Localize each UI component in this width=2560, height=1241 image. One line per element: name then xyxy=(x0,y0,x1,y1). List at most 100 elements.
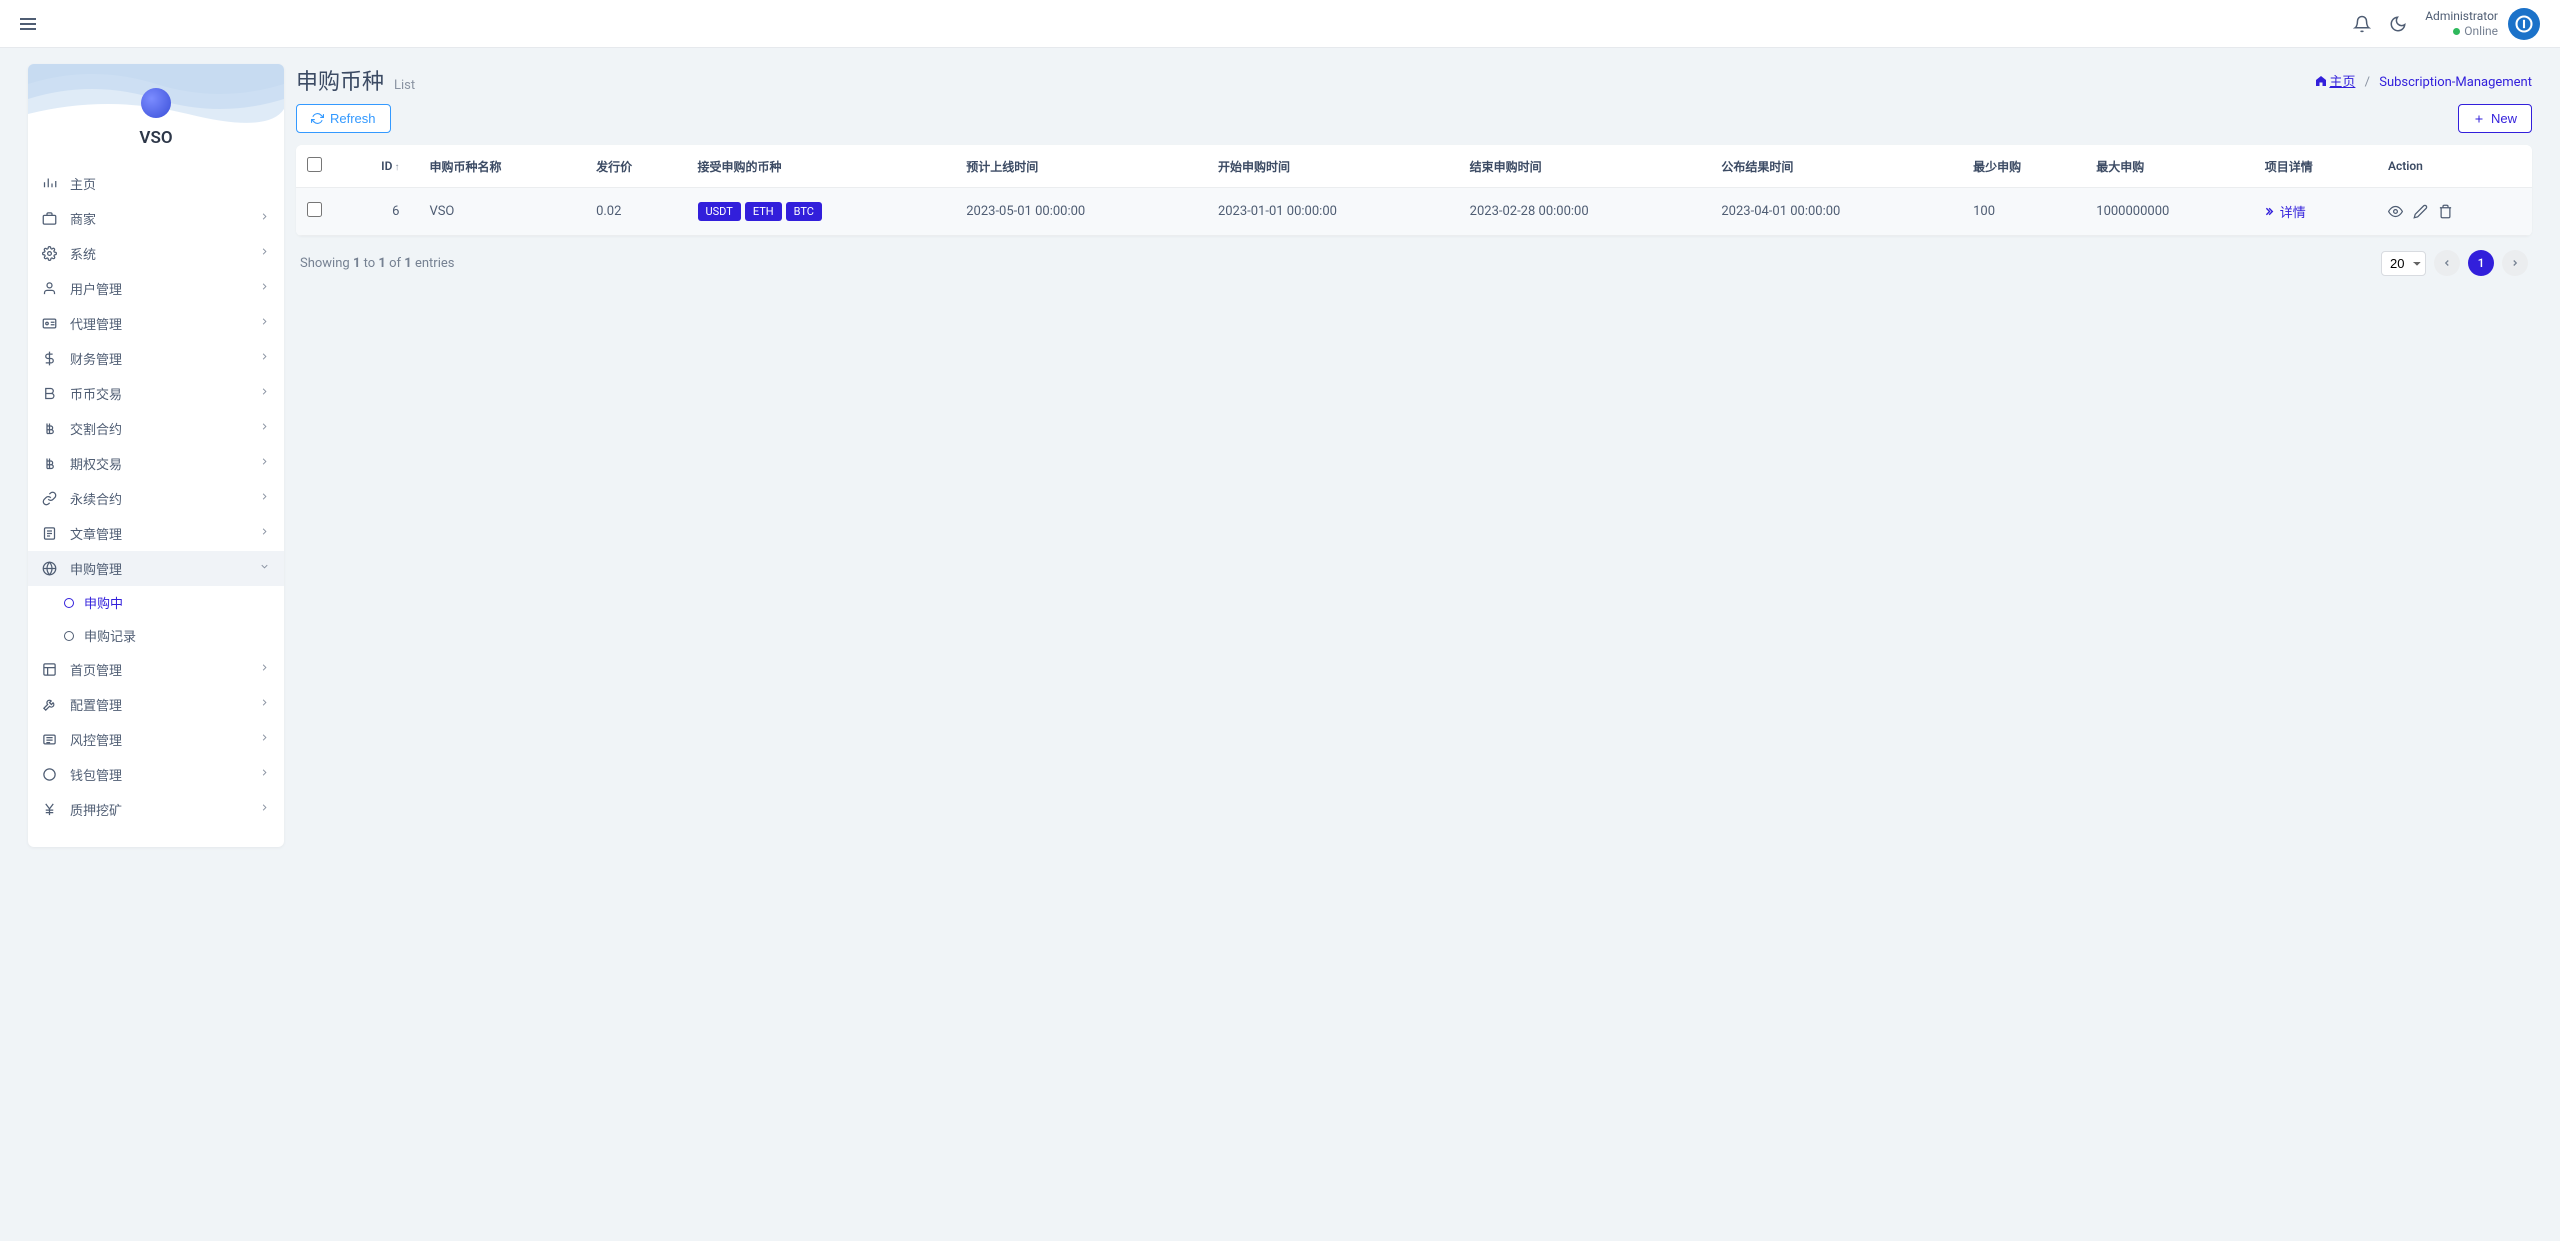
col-price[interactable]: 发行价 xyxy=(586,145,687,188)
nav-item-12[interactable]: 首页管理 xyxy=(28,652,284,687)
detail-link[interactable]: 详情 xyxy=(2265,202,2306,221)
nav-label: 风控管理 xyxy=(70,730,259,749)
chevron-right-icon xyxy=(259,351,270,366)
hamburger-icon[interactable] xyxy=(20,18,36,30)
nav-item-4[interactable]: 代理管理 xyxy=(28,306,284,341)
nav-item-7[interactable]: 交割合约 xyxy=(28,411,284,446)
moon-icon[interactable] xyxy=(2389,15,2407,33)
link-icon xyxy=(42,491,64,506)
edit-icon[interactable] xyxy=(2413,204,2428,219)
chevron-right-icon xyxy=(259,456,270,471)
chevron-right-icon xyxy=(259,732,270,747)
chevron-right-icon xyxy=(259,246,270,261)
col-max[interactable]: 最大申购 xyxy=(2086,145,2255,188)
nav-label: 代理管理 xyxy=(70,314,259,333)
nav-item-10[interactable]: 文章管理 xyxy=(28,516,284,551)
chevron-right-icon xyxy=(259,316,270,331)
badge-usdt: USDT xyxy=(698,202,741,221)
table-row: 6 VSO 0.02 USDTETHBTC 2023-05-01 00:00:0… xyxy=(296,188,2532,236)
nav-label: 配置管理 xyxy=(70,695,259,714)
bell-icon[interactable] xyxy=(2353,15,2371,33)
page-prev[interactable] xyxy=(2434,250,2460,276)
header-right: Administrator Online xyxy=(2353,8,2540,40)
nav-item-9[interactable]: 永续合约 xyxy=(28,481,284,516)
sub-item-label: 申购记录 xyxy=(84,626,136,645)
page-1[interactable]: 1 xyxy=(2468,250,2494,276)
nav-item-3[interactable]: 用户管理 xyxy=(28,271,284,306)
col-min[interactable]: 最少申购 xyxy=(1963,145,2086,188)
nav-label: 申购管理 xyxy=(70,559,259,578)
bars-icon xyxy=(42,176,64,191)
nav-label: 商家 xyxy=(70,209,259,228)
showing-text: Showing 1 to 1 of 1 entries xyxy=(300,256,454,271)
user-name: Administrator xyxy=(2425,9,2498,23)
nav-item-11[interactable]: 申购管理 xyxy=(28,551,284,586)
chevron-right-icon xyxy=(259,802,270,817)
nav-item-8[interactable]: 期权交易 xyxy=(28,446,284,481)
nav-label: 用户管理 xyxy=(70,279,259,298)
page-next[interactable] xyxy=(2502,250,2528,276)
chevron-right-icon xyxy=(259,491,270,506)
bitcoin-icon xyxy=(42,421,64,436)
delete-icon[interactable] xyxy=(2438,204,2453,219)
nav-label: 期权交易 xyxy=(70,454,259,473)
cell-end-time: 2023-02-28 00:00:00 xyxy=(1460,188,1712,236)
nav-item-2[interactable]: 系统 xyxy=(28,236,284,271)
user-menu[interactable]: Administrator Online xyxy=(2425,8,2540,40)
new-button[interactable]: New xyxy=(2458,104,2532,133)
refresh-button[interactable]: Refresh xyxy=(296,104,391,133)
nav-item-1[interactable]: 商家 xyxy=(28,201,284,236)
breadcrumb-current[interactable]: Subscription-Management xyxy=(2379,75,2532,90)
page-size-select[interactable]: 20 xyxy=(2381,251,2426,276)
sidebar: VSO 主页商家系统用户管理代理管理财务管理币币交易交割合约期权交易永续合约文章… xyxy=(28,64,284,847)
idcard-icon xyxy=(42,316,64,331)
nav-item-0[interactable]: 主页 xyxy=(28,166,284,201)
sort-asc-icon: ↑ xyxy=(394,162,399,173)
nav-label: 文章管理 xyxy=(70,524,259,543)
row-checkbox[interactable] xyxy=(307,202,322,217)
view-icon[interactable] xyxy=(2388,204,2403,219)
gear-icon xyxy=(42,246,64,261)
nav: 主页商家系统用户管理代理管理财务管理币币交易交割合约期权交易永续合约文章管理申购… xyxy=(28,162,284,827)
bold-icon xyxy=(42,386,64,401)
select-all-checkbox[interactable] xyxy=(307,157,322,172)
col-start-time[interactable]: 开始申购时间 xyxy=(1208,145,1460,188)
breadcrumb: 主页 / Subscription-Management xyxy=(2315,71,2532,90)
nav-item-16[interactable]: 质押挖矿 xyxy=(28,792,284,827)
dollar-icon xyxy=(42,351,64,366)
brand-name: VSO xyxy=(28,128,284,148)
briefcase-icon xyxy=(42,211,64,226)
col-detail[interactable]: 项目详情 xyxy=(2255,145,2378,188)
page-title: 申购币种 xyxy=(296,64,384,96)
bullet-icon xyxy=(64,631,74,641)
nav-label: 币币交易 xyxy=(70,384,259,403)
bitcoin-icon xyxy=(42,456,64,471)
cell-accept: USDTETHBTC xyxy=(688,188,957,236)
wrench-icon xyxy=(42,697,64,712)
col-online-time[interactable]: 预计上线时间 xyxy=(956,145,1208,188)
nav-item-15[interactable]: 钱包管理 xyxy=(28,757,284,792)
col-result-time[interactable]: 公布结果时间 xyxy=(1711,145,1963,188)
nav-label: 财务管理 xyxy=(70,349,259,368)
sub-item-11-0[interactable]: 申购中 xyxy=(28,586,284,619)
sub-item-11-1[interactable]: 申购记录 xyxy=(28,619,284,652)
nav-label: 首页管理 xyxy=(70,660,259,679)
col-accept[interactable]: 接受申购的币种 xyxy=(688,145,957,188)
col-id[interactable]: ID↑ xyxy=(332,145,419,188)
nav-label: 永续合约 xyxy=(70,489,259,508)
chevron-right-icon xyxy=(259,386,270,401)
nav-item-5[interactable]: 财务管理 xyxy=(28,341,284,376)
nav-item-13[interactable]: 配置管理 xyxy=(28,687,284,722)
col-name[interactable]: 申购币种名称 xyxy=(419,145,586,188)
globe-icon xyxy=(42,561,64,576)
nav-label: 交割合约 xyxy=(70,419,259,438)
chevron-right-icon xyxy=(259,211,270,226)
doc-icon xyxy=(42,526,64,541)
nav-item-14[interactable]: 风控管理 xyxy=(28,722,284,757)
nav-item-6[interactable]: 币币交易 xyxy=(28,376,284,411)
cell-name: VSO xyxy=(419,188,586,236)
breadcrumb-home[interactable]: 主页 xyxy=(2329,75,2355,90)
table-card: ID↑ 申购币种名称 发行价 接受申购的币种 预计上线时间 开始申购时间 结束申… xyxy=(296,145,2532,236)
col-end-time[interactable]: 结束申购时间 xyxy=(1460,145,1712,188)
cell-id: 6 xyxy=(332,188,419,236)
